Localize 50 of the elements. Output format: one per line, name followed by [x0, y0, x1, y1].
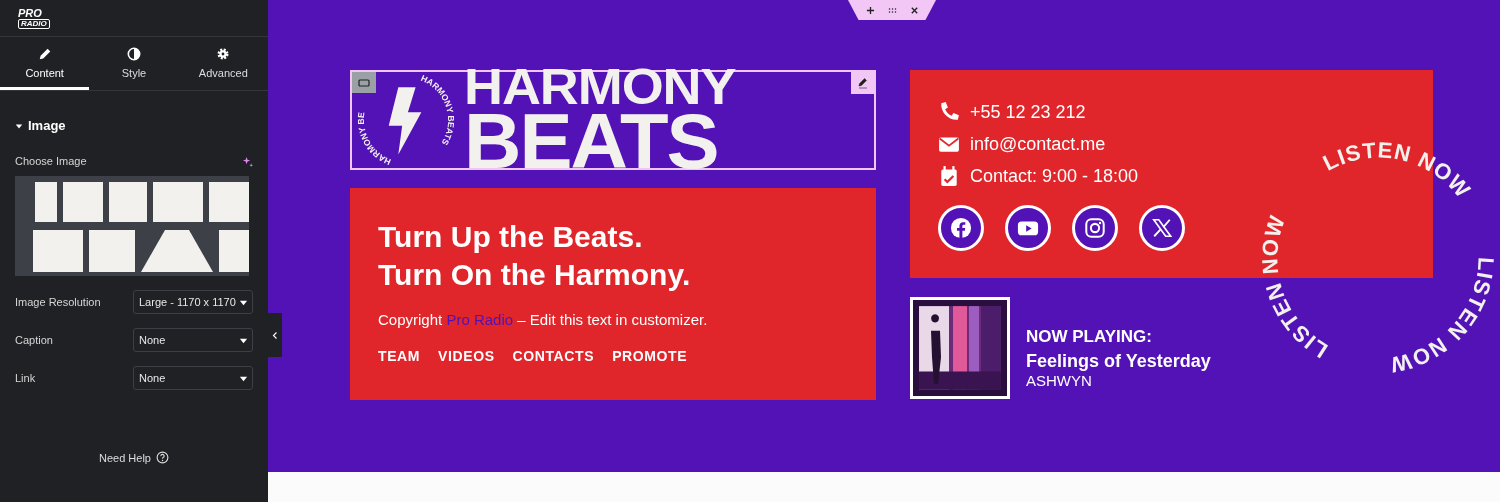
- help-icon: [156, 451, 169, 464]
- panel-tab[interactable]: Advanced: [178, 37, 268, 90]
- footer-menu-link[interactable]: TEAM: [378, 348, 421, 364]
- sparkle-icon[interactable]: [242, 155, 253, 167]
- artist-name: ASHWYN: [1026, 372, 1093, 389]
- phone-icon: [938, 101, 960, 123]
- field-label: Link: [15, 372, 36, 384]
- social-link[interactable]: [1005, 205, 1051, 251]
- field-label: Caption: [15, 334, 53, 346]
- contact-text: Contact: 9:00 - 18:00: [970, 165, 1139, 187]
- edit-button[interactable]: [851, 72, 874, 94]
- footer-menu-link[interactable]: PROMOTE: [612, 348, 688, 364]
- social-link[interactable]: [1139, 205, 1185, 251]
- pencil-icon: [856, 77, 869, 89]
- social-link[interactable]: [1072, 205, 1118, 251]
- footer-menu-link[interactable]: VIDEOS: [438, 348, 495, 364]
- collapse-handle[interactable]: [268, 313, 282, 357]
- tagline: Turn On the Harmony.: [378, 257, 692, 293]
- select-field[interactable]: Large - 1170 x 1170: [133, 290, 253, 314]
- add-icon[interactable]: [865, 5, 875, 15]
- select-field[interactable]: None: [133, 366, 253, 390]
- panel-tab[interactable]: Content: [0, 37, 90, 90]
- calendar-icon: [938, 165, 960, 187]
- settings-icon: [216, 47, 231, 61]
- contact-text: +55 12 23 212: [970, 101, 1086, 123]
- brand-logo: PRO RADIO: [18, 7, 50, 29]
- copyright-text: Copyright Pro Radio – Edit this text in customizer.: [378, 311, 709, 328]
- panel-tab[interactable]: Style: [89, 37, 179, 90]
- widget-icon: [358, 77, 370, 88]
- contact-text: info@contact.me: [970, 133, 1106, 155]
- social-link[interactable]: [938, 205, 984, 251]
- camera-icon: [1084, 217, 1106, 239]
- widget-handle[interactable]: [352, 72, 376, 93]
- now-playing-label: NOW PLAYING:: [1026, 327, 1153, 347]
- chevron-icon: [272, 330, 278, 340]
- field-label: Image Resolution: [15, 296, 101, 308]
- facebook-icon: [950, 217, 972, 239]
- contrast-icon: [127, 47, 141, 61]
- caret-icon: [15, 121, 23, 130]
- track-title: Feelings of Yesterday: [1026, 351, 1211, 372]
- help-link[interactable]: Need Help: [93, 450, 175, 465]
- section-toggle[interactable]: Image: [15, 118, 66, 133]
- footer-menu-link[interactable]: CONTACTS: [512, 348, 595, 364]
- tagline: Turn Up the Beats.: [378, 219, 644, 255]
- field-label: Choose Image: [15, 155, 87, 167]
- select-field[interactable]: None: [133, 328, 253, 352]
- drag-handle-icon[interactable]: [887, 5, 897, 15]
- close-icon[interactable]: [909, 5, 919, 15]
- pencil-icon: [37, 47, 52, 61]
- x-logo-icon: [1151, 217, 1173, 239]
